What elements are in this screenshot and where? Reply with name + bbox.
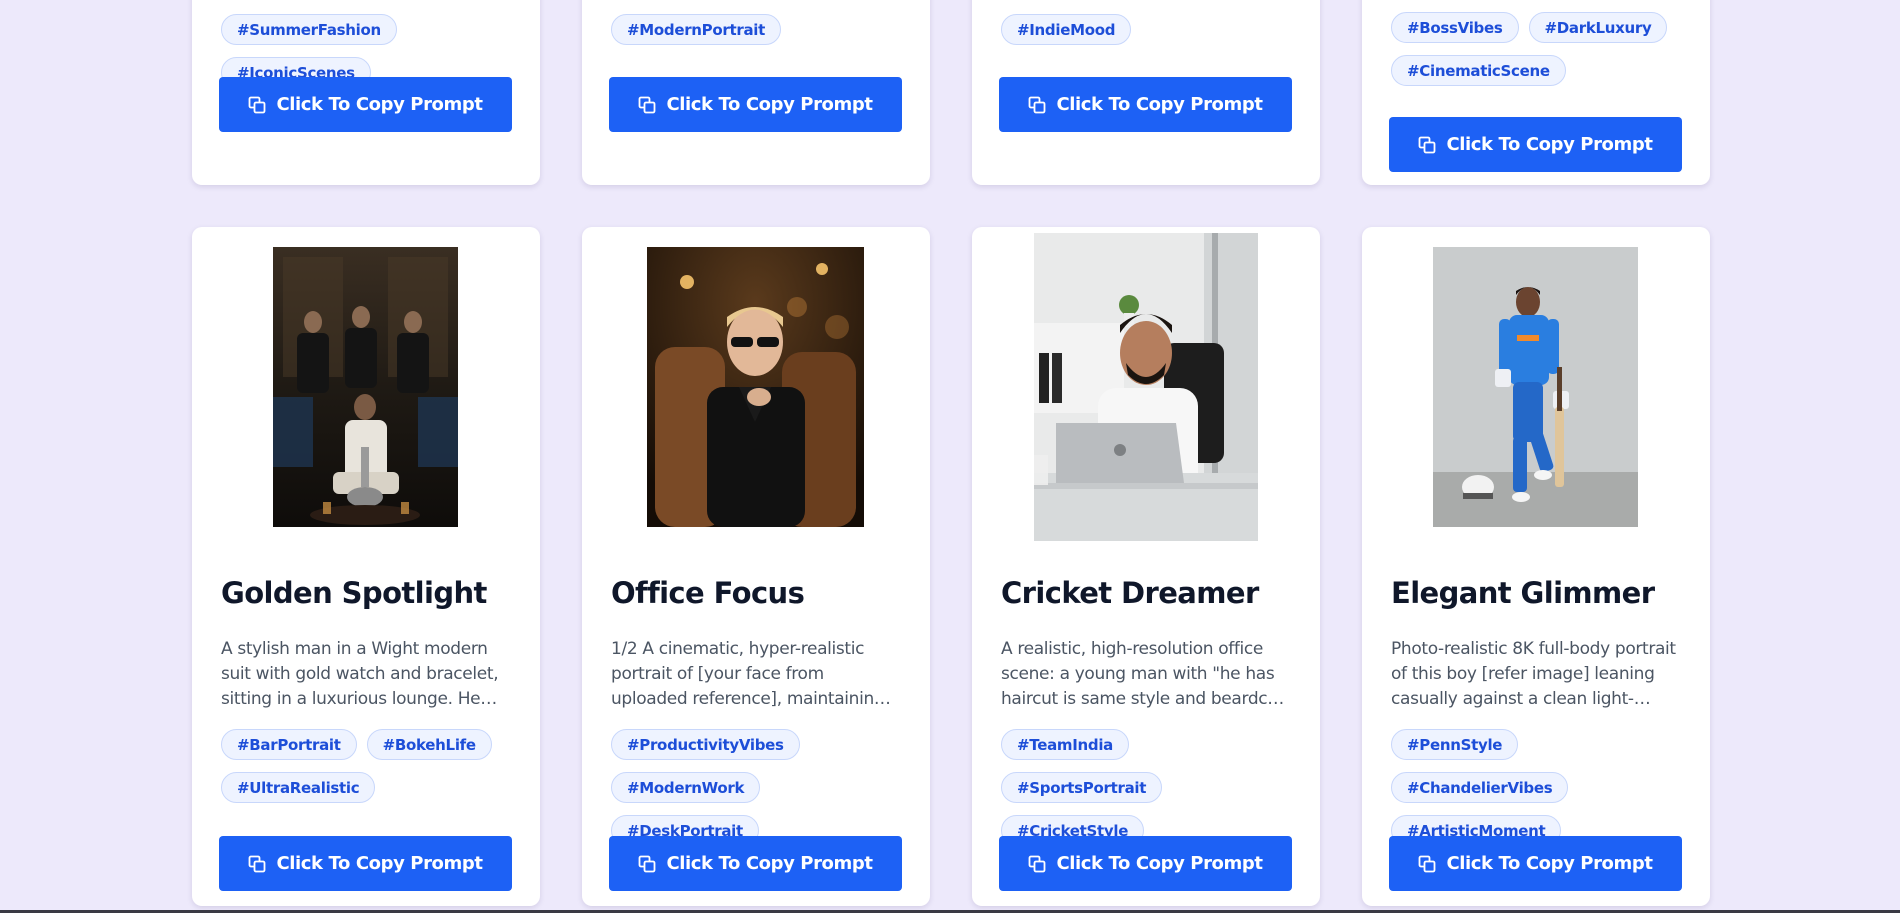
photo-illustration	[647, 247, 864, 527]
tag[interactable]: #DarkLuxury	[1528, 12, 1668, 43]
prompt-card-top-2: #ModernPortrait Click To Copy Prompt	[582, 0, 930, 185]
card-title: Cricket Dreamer	[1001, 576, 1259, 610]
card-description: A realistic, high-resolution office scen…	[1001, 639, 1284, 709]
tag[interactable]: #ModernPortrait	[611, 14, 781, 45]
copy-prompt-label: Click To Copy Prompt	[276, 853, 483, 874]
copy-prompt-button[interactable]: Click To Copy Prompt	[999, 836, 1292, 891]
tag[interactable]: #BokehLife	[366, 729, 492, 760]
card-description: Photo-realistic 8K full-body portrait of…	[1391, 639, 1676, 709]
card-description: 1/2 A cinematic, hyper-realistic portrai…	[611, 639, 885, 709]
copy-prompt-label: Click To Copy Prompt	[1446, 853, 1653, 874]
copy-icon	[249, 96, 266, 113]
tag[interactable]: #UltraRealistic	[221, 772, 376, 803]
copy-prompt-button[interactable]: Click To Copy Prompt	[1389, 836, 1682, 891]
tag-list: #ProductivityVibes #ModernWork #DeskPort…	[611, 729, 910, 846]
tag[interactable]: #SummerFashion	[221, 14, 397, 45]
card-description: A stylish man in a Wight modern suit wit…	[221, 639, 499, 709]
tag[interactable]: #ModernWork	[611, 772, 761, 803]
tag-list: #BossVibes #DarkLuxury #CinematicScene	[1391, 12, 1690, 86]
prompt-card-top-3: #IndieMood Click To Copy Prompt	[972, 0, 1320, 185]
copy-prompt-label: Click To Copy Prompt	[1446, 134, 1653, 155]
tag[interactable]: #ProductivityVibes	[611, 729, 800, 760]
copy-prompt-button[interactable]: Click To Copy Prompt	[219, 77, 512, 132]
copy-icon	[249, 855, 266, 872]
tag-list: #BarPortrait #BokehLife #UltraRealistic	[221, 729, 520, 803]
copy-prompt-button[interactable]: Click To Copy Prompt	[609, 836, 902, 891]
copy-prompt-button[interactable]: Click To Copy Prompt	[609, 77, 902, 132]
copy-prompt-button[interactable]: Click To Copy Prompt	[1389, 117, 1682, 172]
photo-illustration	[1433, 247, 1638, 527]
copy-prompt-label: Click To Copy Prompt	[666, 853, 873, 874]
copy-prompt-label: Click To Copy Prompt	[276, 94, 483, 115]
tag[interactable]: #BarPortrait	[221, 729, 357, 760]
card-title: Elegant Glimmer	[1391, 576, 1655, 610]
prompt-card-elegant-glimmer: Elegant Glimmer Photo-realistic 8K full-…	[1362, 227, 1710, 906]
copy-icon	[1419, 136, 1436, 153]
tag-list: #IndieMood	[1001, 14, 1300, 45]
prompt-image[interactable]	[1433, 247, 1638, 527]
photo-illustration	[1034, 233, 1258, 541]
prompt-image[interactable]	[273, 247, 458, 527]
copy-prompt-button[interactable]: Click To Copy Prompt	[999, 77, 1292, 132]
prompt-card-golden-spotlight: Golden Spotlight A stylish man in a Wigh…	[192, 227, 540, 906]
tag[interactable]: #CinematicScene	[1391, 55, 1566, 86]
tag[interactable]: #SportsPortrait	[1001, 772, 1163, 803]
prompt-image[interactable]	[647, 247, 864, 527]
tag[interactable]: #TeamIndia	[1001, 729, 1129, 760]
prompt-card-office-focus: Office Focus 1/2 A cinematic, hyper-real…	[582, 227, 930, 906]
prompt-card-top-1: #SummerFashion #IconicScenes Click To Co…	[192, 0, 540, 185]
card-title: Golden Spotlight	[221, 576, 487, 610]
tag-list: #TeamIndia #SportsPortrait #CricketStyle	[1001, 729, 1300, 846]
copy-icon	[1029, 855, 1046, 872]
copy-icon	[639, 96, 656, 113]
prompt-card-top-4: #BossVibes #DarkLuxury #CinematicScene C…	[1362, 0, 1710, 185]
copy-icon	[639, 855, 656, 872]
copy-icon	[1029, 96, 1046, 113]
copy-icon	[1419, 855, 1436, 872]
tag[interactable]: #BossVibes	[1391, 12, 1519, 43]
tag[interactable]: #ChandelierVibes	[1391, 772, 1569, 803]
copy-prompt-label: Click To Copy Prompt	[666, 94, 873, 115]
prompt-card-cricket-dreamer: Cricket Dreamer A realistic, high-resolu…	[972, 227, 1320, 906]
tag[interactable]: #IndieMood	[1001, 14, 1132, 45]
photo-illustration	[273, 247, 458, 527]
copy-prompt-label: Click To Copy Prompt	[1056, 853, 1263, 874]
tag-list: #ModernPortrait	[611, 14, 910, 45]
copy-prompt-label: Click To Copy Prompt	[1056, 94, 1263, 115]
tag[interactable]: #PennStyle	[1391, 729, 1519, 760]
card-title: Office Focus	[611, 576, 805, 610]
copy-prompt-button[interactable]: Click To Copy Prompt	[219, 836, 512, 891]
tag-list: #PennStyle #ChandelierVibes #ArtisticMom…	[1391, 729, 1690, 846]
prompt-image[interactable]	[1034, 233, 1258, 541]
